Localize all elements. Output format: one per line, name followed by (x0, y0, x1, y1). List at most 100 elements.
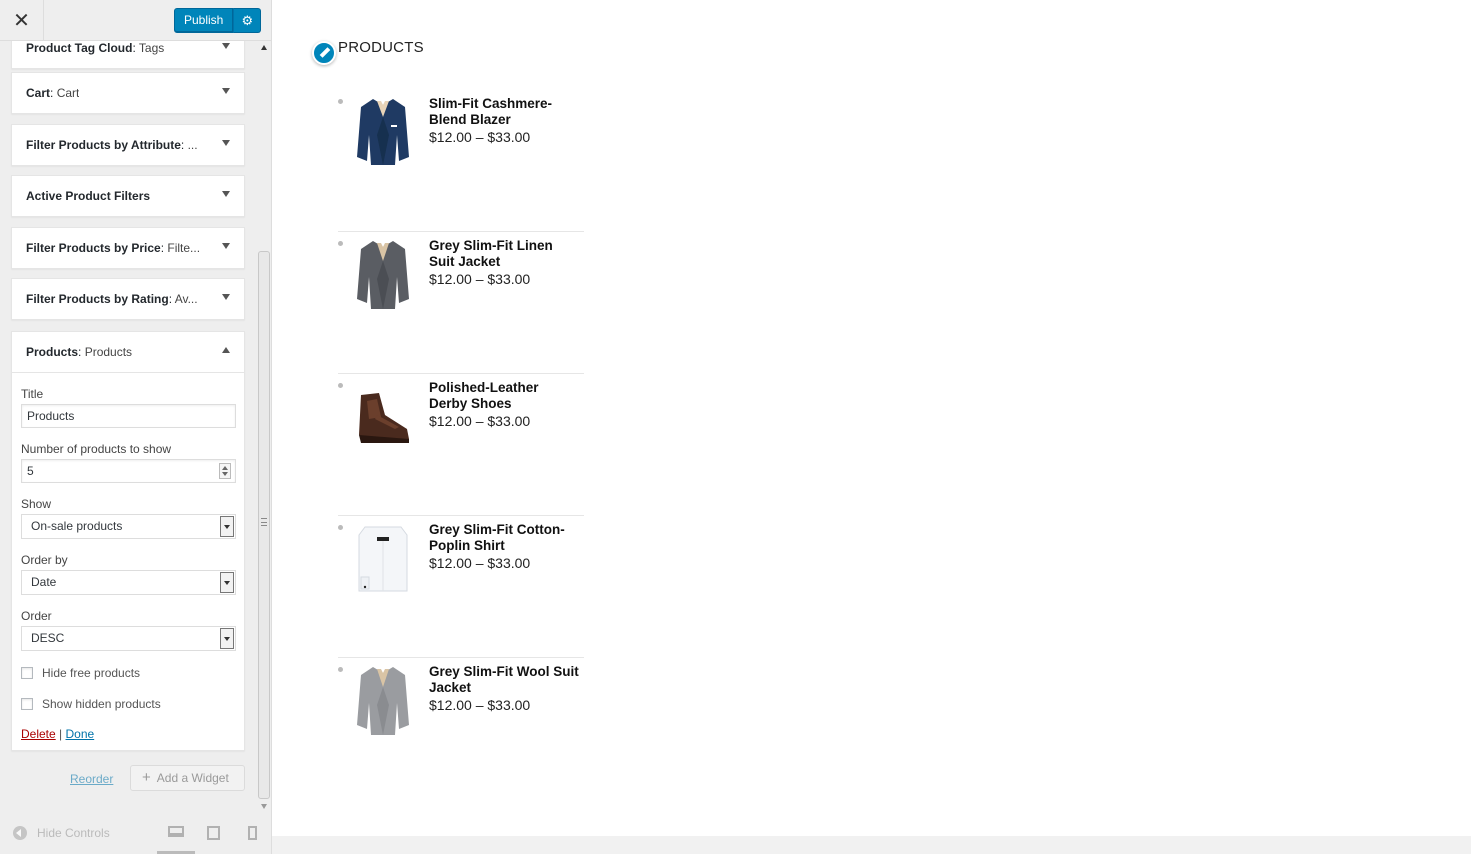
show-selected-value: On-sale products (31, 519, 123, 533)
widget-filter-by-rating[interactable]: Filter Products by Rating: Av... (11, 278, 245, 320)
order-label: Order (21, 609, 52, 623)
title-input[interactable]: Products (21, 404, 236, 428)
hide-controls-label: Hide Controls (37, 826, 110, 840)
widget-header[interactable]: Active Product Filters (12, 176, 244, 216)
scrollbar-thumb[interactable] (258, 251, 270, 799)
widget-products-expanded: Products: Products Title Products Number… (11, 331, 245, 751)
list-bullet (338, 99, 343, 104)
product-price: $12.00 – $33.00 (429, 271, 531, 287)
list-bullet (338, 241, 343, 246)
delete-link[interactable]: Delete (21, 727, 56, 741)
reorder-link[interactable]: Reorder (70, 772, 113, 786)
product-name[interactable]: Grey Slim-Fit Cotton-Poplin Shirt (429, 522, 579, 554)
widget-title: Products: Products (26, 345, 133, 359)
orderby-field-group: Order by Date (21, 553, 236, 595)
gear-icon[interactable]: ⚙ (233, 8, 262, 33)
products-widget-heading: PRODUCTS (338, 39, 424, 56)
close-icon[interactable]: ✕ (0, 0, 44, 41)
number-stepper[interactable] (219, 463, 231, 479)
widget-title: Product Tag Cloud: Tags (26, 41, 165, 55)
widget-actions: Delete | Done (21, 727, 235, 741)
widget-header[interactable]: Product Tag Cloud: Tags (12, 41, 244, 68)
widget-title: Filter Products by Price: Filte... (26, 241, 201, 255)
chevron-up-icon[interactable] (222, 347, 230, 353)
chevron-down-icon[interactable] (222, 88, 230, 94)
product-price: $12.00 – $33.00 (429, 555, 531, 571)
show-hidden-checkbox[interactable] (21, 697, 33, 710)
customizer-footer: Hide Controls (0, 815, 271, 854)
show-hidden-label: Show hidden products (42, 696, 161, 711)
white-shirt-image[interactable] (355, 521, 411, 595)
grey-jacket-image[interactable] (355, 237, 411, 311)
widget-active-filters[interactable]: Active Product Filters (11, 175, 245, 217)
orderby-selected-value: Date (31, 575, 57, 589)
done-link[interactable]: Done (66, 727, 95, 741)
brown-shoes-image[interactable] (355, 379, 411, 453)
widget-title: Filter Products by Attribute: ... (26, 138, 198, 152)
orderby-select[interactable]: Date (21, 570, 236, 595)
widget-header[interactable]: Filter Products by Attribute: ... (12, 125, 244, 165)
chevron-down-icon[interactable] (220, 516, 234, 537)
grey-wool-jacket-image[interactable] (355, 663, 411, 737)
preview-bottom-bar (272, 836, 1471, 854)
list-bullet (338, 383, 343, 388)
collapse-arrow-icon (13, 826, 27, 840)
add-widget-button[interactable]: + Add a Widget (130, 765, 245, 791)
list-bullet (338, 667, 343, 672)
scroll-up-arrow-icon[interactable] (261, 45, 267, 50)
chevron-down-icon[interactable] (222, 294, 230, 300)
title-label: Title (21, 387, 44, 401)
add-widget-label: Add a Widget (156, 771, 229, 785)
number-input[interactable]: 5 (21, 459, 236, 483)
hide-free-checkbox[interactable] (21, 666, 33, 679)
sidebar-scrollbar[interactable] (257, 41, 271, 811)
product-name[interactable]: Grey Slim-Fit Wool Suit Jacket (429, 664, 579, 696)
product-item: Grey Slim-Fit Wool Suit Jacket $12.00 – … (338, 658, 584, 800)
number-label: Number of products to show (21, 442, 172, 456)
product-name[interactable]: Grey Slim-Fit Linen Suit Jacket (429, 238, 579, 270)
chevron-down-icon[interactable] (222, 191, 230, 197)
grip-icon (261, 518, 267, 526)
publish-group: Publish ⚙ (174, 8, 262, 33)
show-label: Show (21, 497, 52, 511)
widget-product-tag-cloud[interactable]: Product Tag Cloud: Tags (11, 41, 245, 69)
order-field-group: Order DESC (21, 609, 236, 651)
publish-button[interactable]: Publish (174, 8, 234, 33)
product-price: $12.00 – $33.00 (429, 413, 531, 429)
chevron-down-icon[interactable] (220, 628, 234, 649)
widget-filter-by-price[interactable]: Filter Products by Price: Filte... (11, 227, 245, 269)
site-preview: PRODUCTS Slim-Fit Cashmere-Blend Blazer … (272, 0, 1471, 836)
order-selected-value: DESC (31, 631, 65, 645)
hide-controls-button[interactable]: Hide Controls (13, 826, 110, 840)
product-item: Grey Slim-Fit Linen Suit Jacket $12.00 –… (338, 232, 584, 374)
mobile-icon[interactable] (248, 826, 257, 840)
show-hidden-row: Show hidden products (21, 694, 235, 713)
widget-header[interactable]: Filter Products by Price: Filte... (12, 228, 244, 268)
widget-header[interactable]: Products: Products (12, 332, 244, 372)
chevron-down-icon[interactable] (220, 572, 234, 593)
chevron-down-icon[interactable] (222, 43, 230, 49)
chevron-down-icon[interactable] (222, 140, 230, 146)
hide-free-row: Hide free products (21, 663, 235, 682)
widget-header[interactable]: Cart: Cart (12, 73, 244, 113)
widget-cart[interactable]: Cart: Cart (11, 72, 245, 114)
product-price: $12.00 – $33.00 (429, 697, 531, 713)
number-value: 5 (27, 464, 34, 478)
chevron-down-icon[interactable] (222, 243, 230, 249)
order-select[interactable]: DESC (21, 626, 236, 651)
product-name[interactable]: Polished-Leather Derby Shoes (429, 380, 579, 412)
desktop-icon[interactable] (168, 826, 184, 837)
widget-header[interactable]: Filter Products by Rating: Av... (12, 279, 244, 319)
product-item: Grey Slim-Fit Cotton-Poplin Shirt $12.00… (338, 516, 584, 658)
show-select[interactable]: On-sale products (21, 514, 236, 539)
widgets-panel: Product Tag Cloud: Tags Cart: Cart Filte… (0, 41, 256, 811)
pencil-icon[interactable] (312, 41, 336, 65)
navy-blazer-image[interactable] (355, 95, 411, 169)
customizer-header: ✕ Publish ⚙ (0, 0, 271, 41)
widget-filter-by-attribute[interactable]: Filter Products by Attribute: ... (11, 124, 245, 166)
scroll-down-arrow-icon[interactable] (261, 804, 267, 809)
product-name[interactable]: Slim-Fit Cashmere-Blend Blazer (429, 96, 579, 128)
list-bullet (338, 525, 343, 530)
product-item: Slim-Fit Cashmere-Blend Blazer $12.00 – … (338, 90, 584, 232)
tablet-icon[interactable] (207, 826, 220, 840)
